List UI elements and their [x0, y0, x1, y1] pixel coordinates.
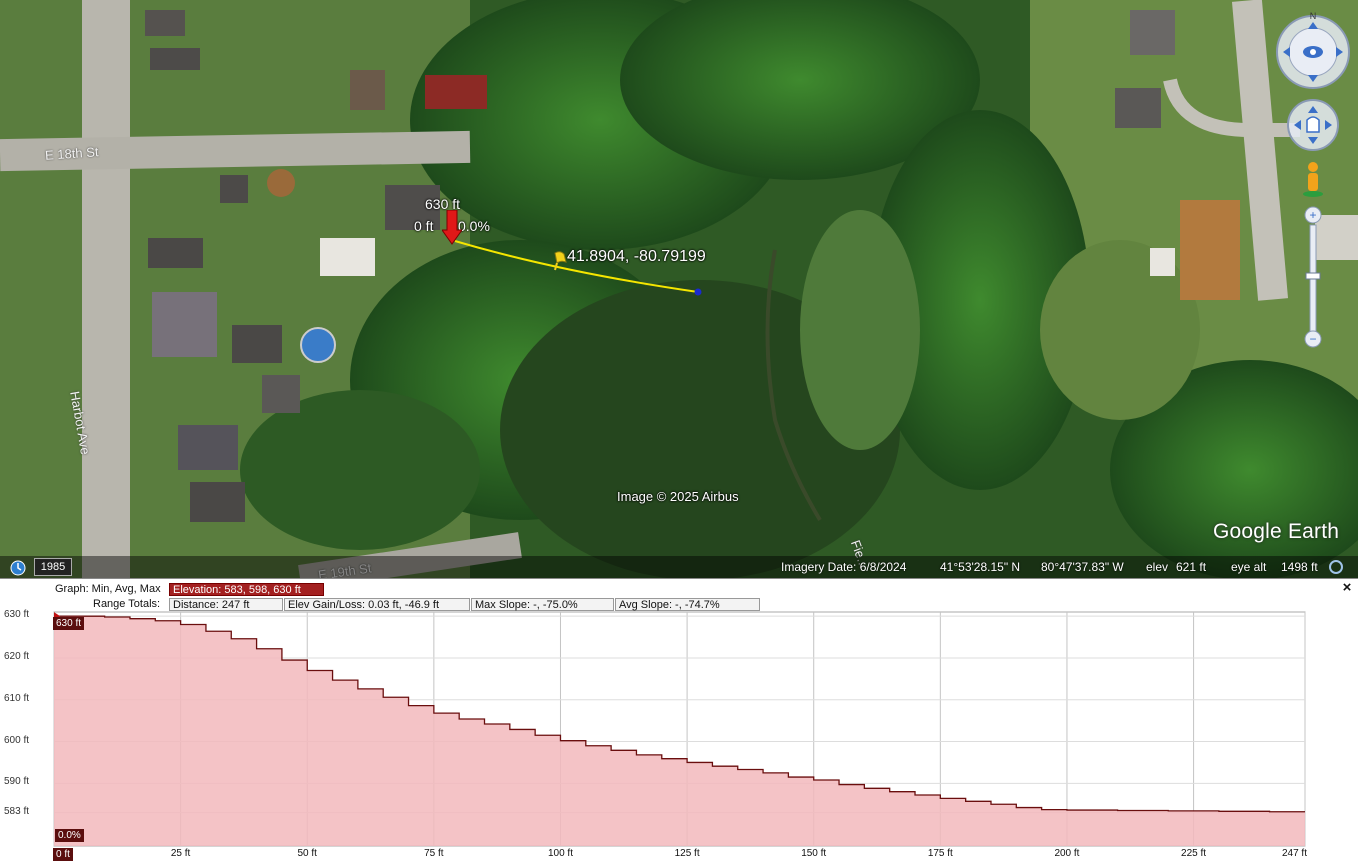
- historical-year-button[interactable]: 1985: [34, 558, 72, 576]
- y-tick-label: 630 ft: [4, 609, 30, 621]
- historical-imagery-clock-icon[interactable]: [10, 560, 26, 576]
- elevation-readout: 621 ft: [1176, 560, 1207, 574]
- x-tick-label: 175 ft: [927, 848, 953, 859]
- position-arrow-icon: [442, 210, 462, 245]
- street-view-pegman-icon[interactable]: [1303, 162, 1323, 197]
- loading-status-icon: [1329, 560, 1343, 574]
- imagery-attribution: Image © 2025 Airbus: [617, 489, 739, 504]
- look-joystick[interactable]: N: [1276, 11, 1350, 89]
- navigation-controls: N + −: [1276, 11, 1350, 348]
- imagery-date: Imagery Date: 6/8/2024: [781, 560, 907, 574]
- placemark-label: 41.8904, -80.79199: [567, 248, 706, 265]
- svg-text:+: +: [1309, 208, 1316, 222]
- y-tick-label: 610 ft: [4, 692, 30, 704]
- longitude-readout: 80°47'37.83" W: [1041, 560, 1124, 574]
- start-distance-tag: 0 ft: [53, 848, 73, 861]
- y-tick-label: 600 ft: [4, 734, 30, 746]
- zoom-slider[interactable]: + −: [1304, 206, 1322, 348]
- x-tick-label: 100 ft: [547, 848, 573, 859]
- slope-tag: 0.0%: [55, 829, 84, 842]
- latitude-readout: 41°53'28.15" N: [940, 560, 1021, 574]
- x-tick-label: 247 ft: [1281, 848, 1307, 859]
- x-tick-label: 25 ft: [170, 848, 191, 859]
- cursor-slope-label: 0.0%: [458, 218, 490, 234]
- max-elevation-tag: 630 ft: [53, 617, 85, 630]
- x-tick-label: 200 ft: [1054, 848, 1080, 859]
- x-tick-label: 225 ft: [1181, 848, 1207, 859]
- svg-text:N: N: [1310, 11, 1317, 21]
- svg-text:−: −: [1309, 332, 1316, 346]
- y-tick-label: 583 ft: [4, 805, 30, 817]
- x-tick-label: 50 ft: [297, 848, 317, 859]
- move-joystick[interactable]: [1287, 99, 1339, 151]
- cursor-distance-label: 0 ft: [414, 218, 434, 234]
- x-tick-label: 125 ft: [674, 848, 700, 859]
- map-view[interactable]: E 18th St Harbot Ave E 19th St Fie... 63…: [0, 0, 1358, 578]
- eye-altitude-label: eye alt: [1231, 560, 1267, 574]
- y-tick-label: 620 ft: [4, 650, 30, 662]
- y-tick-label: 590 ft: [4, 776, 30, 788]
- elevation-profile-chart[interactable]: [0, 578, 1358, 863]
- x-tick-label: 150 ft: [801, 848, 827, 859]
- google-earth-logo: Google Earth: [1213, 520, 1340, 543]
- elevation-label: elev: [1146, 560, 1169, 574]
- eye-altitude-readout: 1498 ft: [1281, 560, 1318, 574]
- x-tick-label: 75 ft: [424, 848, 444, 859]
